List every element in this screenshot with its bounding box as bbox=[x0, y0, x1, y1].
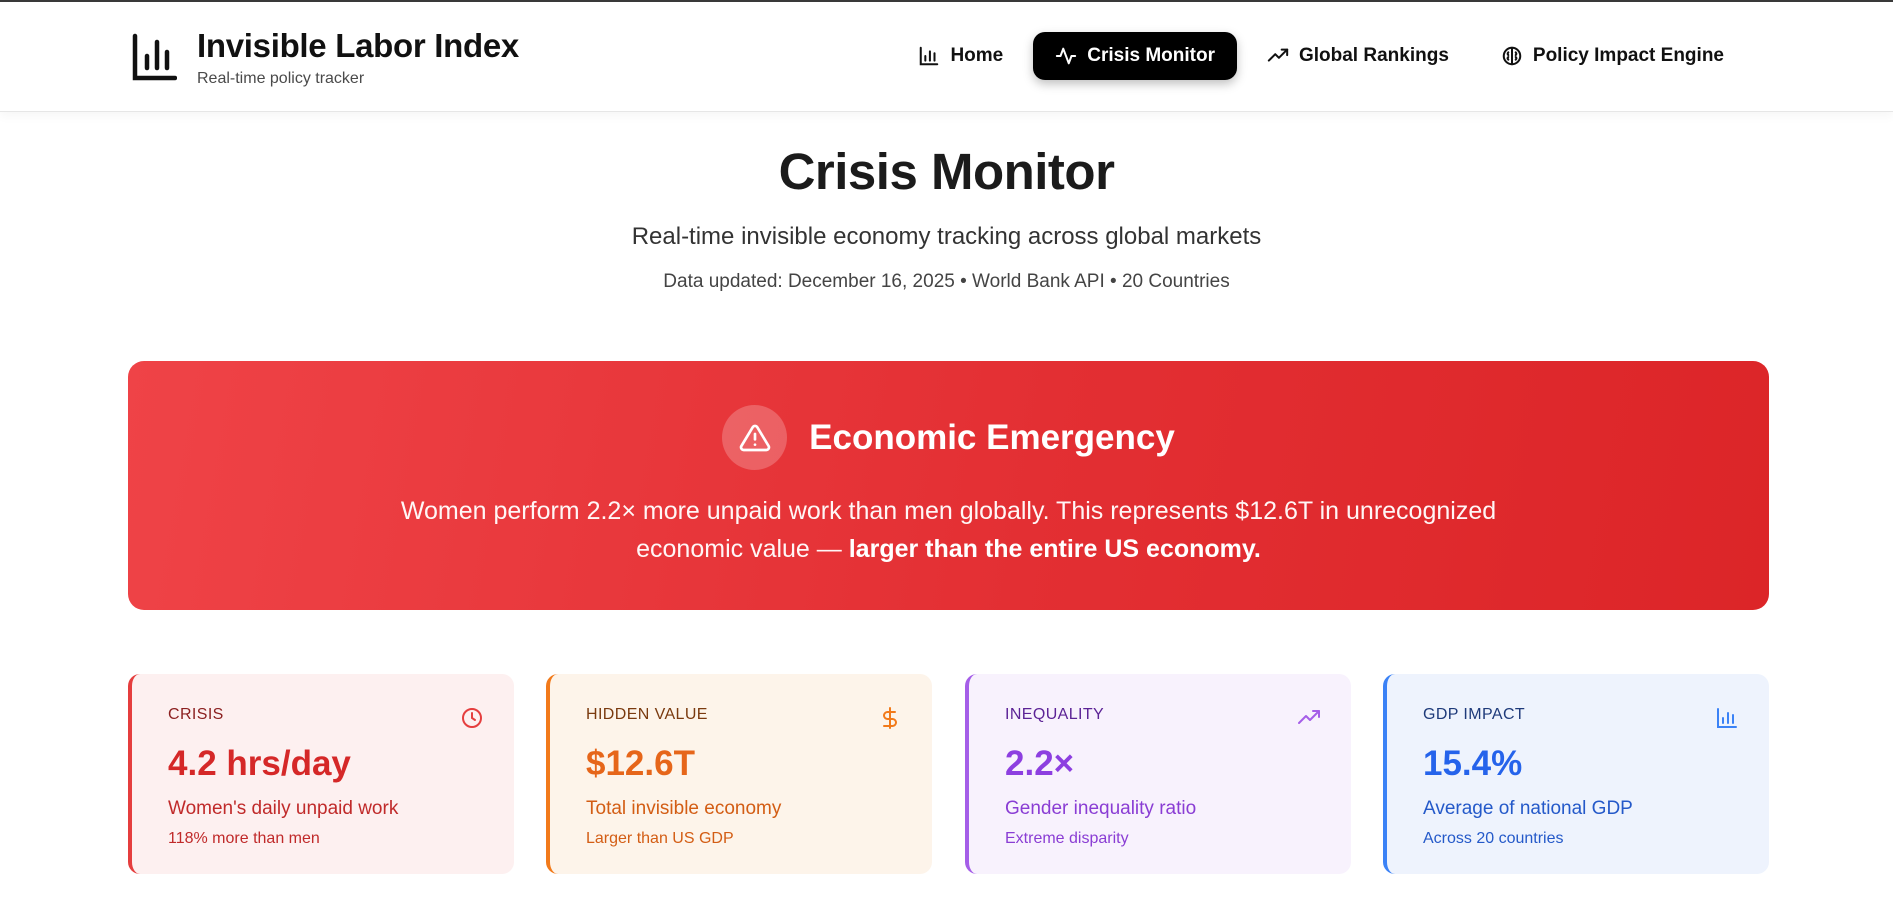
card-description: Gender inequality ratio bbox=[1005, 798, 1197, 819]
nav-policy-impact-engine[interactable]: Policy Impact Engine bbox=[1479, 32, 1746, 80]
card-note: Across 20 countries bbox=[1423, 830, 1564, 847]
top-header: Invisible Labor Index Real-time policy t… bbox=[0, 2, 1893, 112]
brand-subtitle: Real-time policy tracker bbox=[197, 70, 365, 87]
data-updated-meta: Data updated: December 16, 2025 • World … bbox=[663, 271, 1230, 292]
stat-card-hidden-value: HIDDEN VALUE $12.6T Total invisible econ… bbox=[546, 674, 932, 874]
nav-policy-impact-engine-label: Policy Impact Engine bbox=[1532, 45, 1724, 66]
nav-global-rankings-label: Global Rankings bbox=[1298, 45, 1449, 66]
nav-crisis-monitor-label: Crisis Monitor bbox=[1087, 45, 1215, 66]
nav-crisis-monitor[interactable]: Crisis Monitor bbox=[1033, 32, 1237, 80]
main-nav: Home Crisis Monitor Global Rankings Poli… bbox=[896, 32, 1746, 80]
brain-icon bbox=[1502, 46, 1522, 66]
card-note: Larger than US GDP bbox=[586, 830, 734, 847]
card-label: GDP IMPACT bbox=[1423, 706, 1526, 723]
alert-emphasis: larger than the entire US economy. bbox=[848, 535, 1261, 563]
page-subtitle: Real-time invisible economy tracking acr… bbox=[631, 223, 1262, 250]
card-description: Women's daily unpaid work bbox=[168, 798, 399, 819]
card-note: 118% more than men bbox=[168, 830, 320, 847]
card-note: Extreme disparity bbox=[1005, 830, 1129, 847]
bar-chart-icon bbox=[132, 33, 177, 81]
card-description: Average of national GDP bbox=[1423, 798, 1633, 819]
card-label: HIDDEN VALUE bbox=[586, 706, 708, 723]
card-label: INEQUALITY bbox=[1005, 706, 1105, 723]
nav-global-rankings[interactable]: Global Rankings bbox=[1245, 32, 1471, 80]
stat-card-crisis: CRISIS 4.2 hrs/day Women's daily unpaid … bbox=[128, 674, 514, 874]
bar-chart-icon bbox=[920, 46, 939, 66]
clock-icon bbox=[462, 708, 482, 728]
stat-card-gdp-impact: GDP IMPACT 15.4% Average of national GDP… bbox=[1383, 674, 1769, 874]
alert-title: Economic Emergency bbox=[809, 417, 1175, 457]
activity-icon bbox=[1056, 47, 1077, 65]
card-value: $12.6T bbox=[586, 744, 695, 783]
card-value: 4.2 hrs/day bbox=[168, 744, 351, 783]
trending-up-icon bbox=[1267, 48, 1289, 62]
card-value: 2.2× bbox=[1005, 744, 1075, 783]
trending-up-icon bbox=[1298, 710, 1320, 724]
nav-home-label: Home bbox=[950, 45, 1004, 66]
brand[interactable]: Invisible Labor Index Real-time policy t… bbox=[131, 26, 519, 88]
alert-text: Women perform 2.2× more unpaid work than… bbox=[359, 492, 1539, 568]
card-value: 15.4% bbox=[1423, 744, 1523, 783]
hero: Crisis Monitor Real-time invisible econo… bbox=[0, 142, 1893, 293]
stat-card-inequality: INEQUALITY 2.2× Gender inequality ratio … bbox=[965, 674, 1351, 874]
page-title: Crisis Monitor bbox=[778, 143, 1115, 200]
card-label: CRISIS bbox=[168, 706, 224, 723]
dollar-icon bbox=[883, 707, 897, 729]
alert-triangle-icon bbox=[722, 405, 788, 470]
brand-title: Invisible Labor Index bbox=[197, 27, 519, 64]
bar-chart-icon bbox=[1717, 708, 1737, 728]
emergency-alert: Economic Emergency Women perform 2.2× mo… bbox=[128, 361, 1769, 610]
nav-home[interactable]: Home bbox=[896, 32, 1025, 80]
card-description: Total invisible economy bbox=[586, 798, 782, 819]
